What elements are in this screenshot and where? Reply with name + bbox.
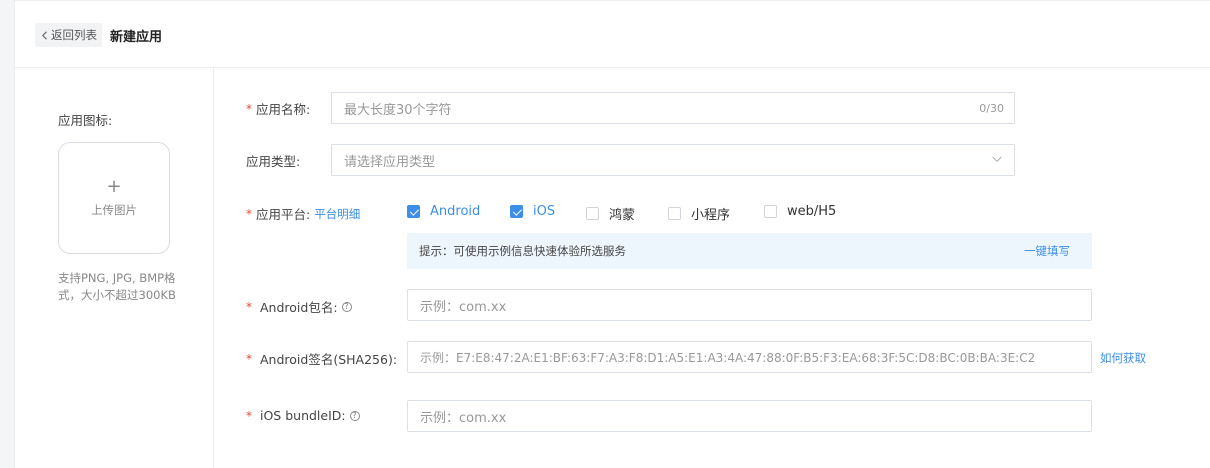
android-signature-input[interactable]: 示例：E7:E8:47:2A:E1:BF:63:F7:A3:F8:D1:A5:E… <box>407 341 1092 373</box>
platform-option-label: 鸿蒙 <box>609 208 636 223</box>
help-icon[interactable]: ? <box>341 301 352 312</box>
checkbox-checked-icon <box>407 205 420 218</box>
upload-image-button[interactable]: + 上传图片 <box>58 142 170 254</box>
tip-banner: 提示：可使用示例信息快速体验所选服务 一键填写 <box>407 233 1092 269</box>
one-click-fill-link[interactable]: 一键填写 <box>1024 243 1070 259</box>
ios-bundle-label-row: * iOS bundleID: ? <box>246 408 360 423</box>
app-type-label-row: 应用类型: <box>246 151 300 170</box>
chevron-down-icon <box>992 156 1002 163</box>
android-package-label-row: * Android包名: ? <box>246 297 352 316</box>
app-name-input[interactable]: 最大长度30个字符 0/30 <box>331 92 1015 124</box>
tip-text: 提示：可使用示例信息快速体验所选服务 <box>419 244 626 258</box>
required-mark: * <box>246 408 252 423</box>
android-package-placeholder: 示例：com.xx <box>420 299 507 315</box>
platform-label-row: * 应用平台: 平台明细 <box>246 204 360 223</box>
checkbox-unchecked-icon <box>586 207 599 220</box>
checkbox-unchecked-icon <box>764 205 777 218</box>
upload-image-text: 上传图片 <box>91 203 137 217</box>
android-signature-label-row: * Android签名(SHA256): <box>246 349 397 368</box>
app-type-select[interactable]: 请选择应用类型 <box>331 144 1015 176</box>
platform-option-harmony[interactable]: 鸿蒙 <box>586 204 635 223</box>
platform-option-label: 小程序 <box>691 208 731 223</box>
app-name-placeholder: 最大长度30个字符 <box>344 102 452 118</box>
chevron-left-icon <box>42 30 47 40</box>
ios-bundle-placeholder: 示例：com.xx <box>420 410 507 426</box>
platform-label: 应用平台: <box>256 207 311 222</box>
required-mark: * <box>246 299 252 314</box>
app-icon-label: 应用图标: <box>58 113 113 128</box>
page-title: 新建应用 <box>110 30 163 45</box>
back-button-label: 返回列表 <box>51 28 97 42</box>
app-name-label: 应用名称: <box>256 102 311 117</box>
app-type-placeholder: 请选择应用类型 <box>344 154 436 170</box>
platform-option-label: web/H5 <box>787 204 837 219</box>
back-to-list-button[interactable]: 返回列表 <box>35 23 102 47</box>
platform-option-label: iOS <box>533 204 556 219</box>
app-name-label-row: * 应用名称: <box>246 99 310 118</box>
checkbox-unchecked-icon <box>668 207 681 220</box>
icon-upload-section: 应用图标: + 上传图片 支持PNG, JPG, BMP格式，大小不超过300K… <box>15 68 214 468</box>
android-signature-label: Android签名(SHA256): <box>260 352 398 367</box>
platform-option-miniprogram[interactable]: 小程序 <box>668 204 730 223</box>
page-header: 返回列表 新建应用 <box>15 1 1210 68</box>
checkbox-checked-icon <box>510 205 523 218</box>
create-app-page: 返回列表 新建应用 应用图标: + 上传图片 支持PNG, JPG, BMP格式… <box>14 0 1210 468</box>
plus-icon: + <box>106 176 122 197</box>
how-to-get-link[interactable]: 如何获取 <box>1100 350 1146 366</box>
upload-hint: 支持PNG, JPG, BMP格式，大小不超过300KB <box>58 271 176 302</box>
platform-option-ios[interactable]: iOS <box>510 204 555 219</box>
required-mark: * <box>246 351 252 366</box>
android-package-label: Android包名: <box>260 300 338 315</box>
platform-option-android[interactable]: Android <box>407 204 480 219</box>
app-name-counter: 0/30 <box>979 102 1004 115</box>
help-icon[interactable]: ? <box>349 410 360 421</box>
required-mark: * <box>246 206 252 221</box>
platform-detail-link[interactable]: 平台明细 <box>314 206 360 222</box>
platform-option-label: Android <box>430 204 481 219</box>
android-signature-placeholder: 示例：E7:E8:47:2A:E1:BF:63:F7:A3:F8:D1:A5:E… <box>420 350 1036 365</box>
platform-option-web[interactable]: web/H5 <box>764 204 836 219</box>
ios-bundle-input[interactable]: 示例：com.xx <box>407 400 1092 432</box>
android-package-input[interactable]: 示例：com.xx <box>407 289 1092 321</box>
ios-bundle-label: iOS bundleID: <box>260 408 346 423</box>
required-mark: * <box>246 101 252 116</box>
app-type-label: 应用类型: <box>246 154 301 169</box>
